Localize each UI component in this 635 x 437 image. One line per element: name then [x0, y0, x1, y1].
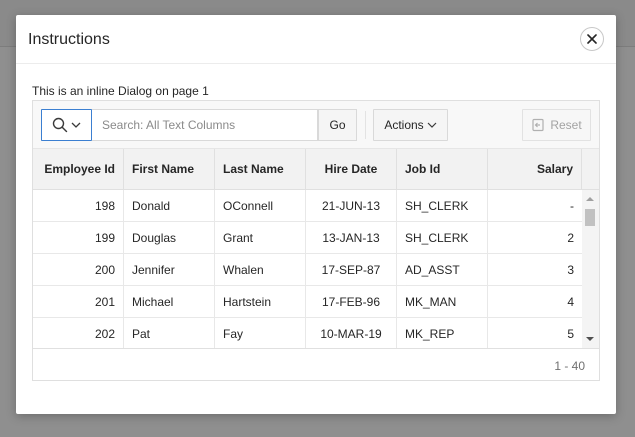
cell-job-id: SH_CLERK [397, 190, 488, 221]
cell-first-name: Donald [124, 190, 215, 221]
cell-job-id: MK_REP [397, 318, 488, 348]
scroll-up-arrow-icon[interactable] [586, 197, 594, 201]
cell-employee-id: 202 [33, 318, 124, 348]
cell-salary: 5 [567, 326, 574, 341]
search-input[interactable] [94, 110, 318, 140]
grid-header: Employee Id First Name Last Name Hire Da… [33, 149, 599, 190]
actions-menu-button[interactable]: Actions [373, 109, 448, 141]
inline-dialog-text: This is an inline Dialog on page 1 [32, 84, 209, 98]
cell-last-name: Hartstein [215, 286, 306, 317]
cell-last-name: Grant [215, 222, 306, 253]
cell-employee-id: 200 [33, 254, 124, 285]
interactive-report: Go Actions Reset Employee Id First Name … [32, 100, 600, 381]
cell-employee-id: 199 [33, 222, 124, 253]
table-row: 198 Donald OConnell 21-JUN-13 SH_CLERK - [33, 190, 582, 222]
cell-job-id: MK_MAN [397, 286, 488, 317]
cell-job-id: AD_ASST [397, 254, 488, 285]
dialog-title: Instructions [28, 31, 110, 48]
close-button[interactable] [580, 27, 604, 51]
reset-button[interactable]: Reset [522, 109, 591, 141]
column-header-employee-id[interactable]: Employee Id [33, 149, 124, 189]
column-header-hire-date[interactable]: Hire Date [306, 149, 397, 189]
column-header-job-id[interactable]: Job Id [397, 149, 488, 189]
cell-employee-id: 198 [33, 190, 124, 221]
cell-salary: 2 [567, 230, 574, 245]
cell-salary: - [570, 198, 574, 213]
cell-salary: 3 [567, 262, 574, 277]
cell-hire-date: 10-MAR-19 [306, 318, 397, 348]
report-toolbar: Go Actions Reset [33, 101, 599, 149]
cell-hire-date: 17-FEB-96 [306, 286, 397, 317]
go-button[interactable]: Go [318, 109, 357, 141]
toolbar-divider [365, 111, 366, 139]
chevron-down-icon [71, 122, 81, 128]
cell-hire-date: 17-SEP-87 [306, 254, 397, 285]
title-divider [16, 63, 616, 64]
cell-last-name: OConnell [215, 190, 306, 221]
scrollbar-thumb[interactable] [585, 209, 595, 226]
table-row: 200 Jennifer Whalen 17-SEP-87 AD_ASST 3 [33, 254, 582, 286]
cell-last-name: Fay [215, 318, 306, 348]
pagination-range: 1 - 40 [554, 359, 585, 373]
cell-hire-date: 13-JAN-13 [306, 222, 397, 253]
actions-label: Actions [384, 118, 424, 132]
cell-salary: 4 [567, 294, 574, 309]
column-header-salary[interactable]: Salary [488, 149, 582, 189]
instructions-dialog: Instructions This is an inline Dialog on… [16, 15, 616, 414]
cell-first-name: Michael [124, 286, 215, 317]
search-icon [52, 117, 68, 133]
cell-employee-id: 201 [33, 286, 124, 317]
grid-body: 198 Donald OConnell 21-JUN-13 SH_CLERK -… [33, 190, 582, 348]
grid-footer: 1 - 40 [33, 348, 599, 380]
table-row: 199 Douglas Grant 13-JAN-13 SH_CLERK 2 [33, 222, 582, 254]
table-row: 201 Michael Hartstein 17-FEB-96 MK_MAN 4 [33, 286, 582, 318]
cell-job-id: SH_CLERK [397, 222, 488, 253]
search-field [41, 109, 318, 141]
reset-label: Reset [550, 118, 582, 132]
cell-first-name: Jennifer [124, 254, 215, 285]
close-icon [587, 34, 597, 44]
column-header-first-name[interactable]: First Name [124, 149, 215, 189]
column-header-last-name[interactable]: Last Name [215, 149, 306, 189]
cell-first-name: Pat [124, 318, 215, 348]
chevron-down-icon [427, 122, 437, 128]
cell-last-name: Whalen [215, 254, 306, 285]
table-row: 202 Pat Fay 10-MAR-19 MK_REP 5 [33, 318, 582, 348]
cell-hire-date: 21-JUN-13 [306, 190, 397, 221]
search-column-menu-button[interactable] [41, 109, 92, 141]
reset-icon [532, 118, 544, 132]
scroll-down-arrow-icon[interactable] [586, 337, 594, 341]
cell-first-name: Douglas [124, 222, 215, 253]
vertical-scrollbar[interactable] [582, 190, 599, 348]
